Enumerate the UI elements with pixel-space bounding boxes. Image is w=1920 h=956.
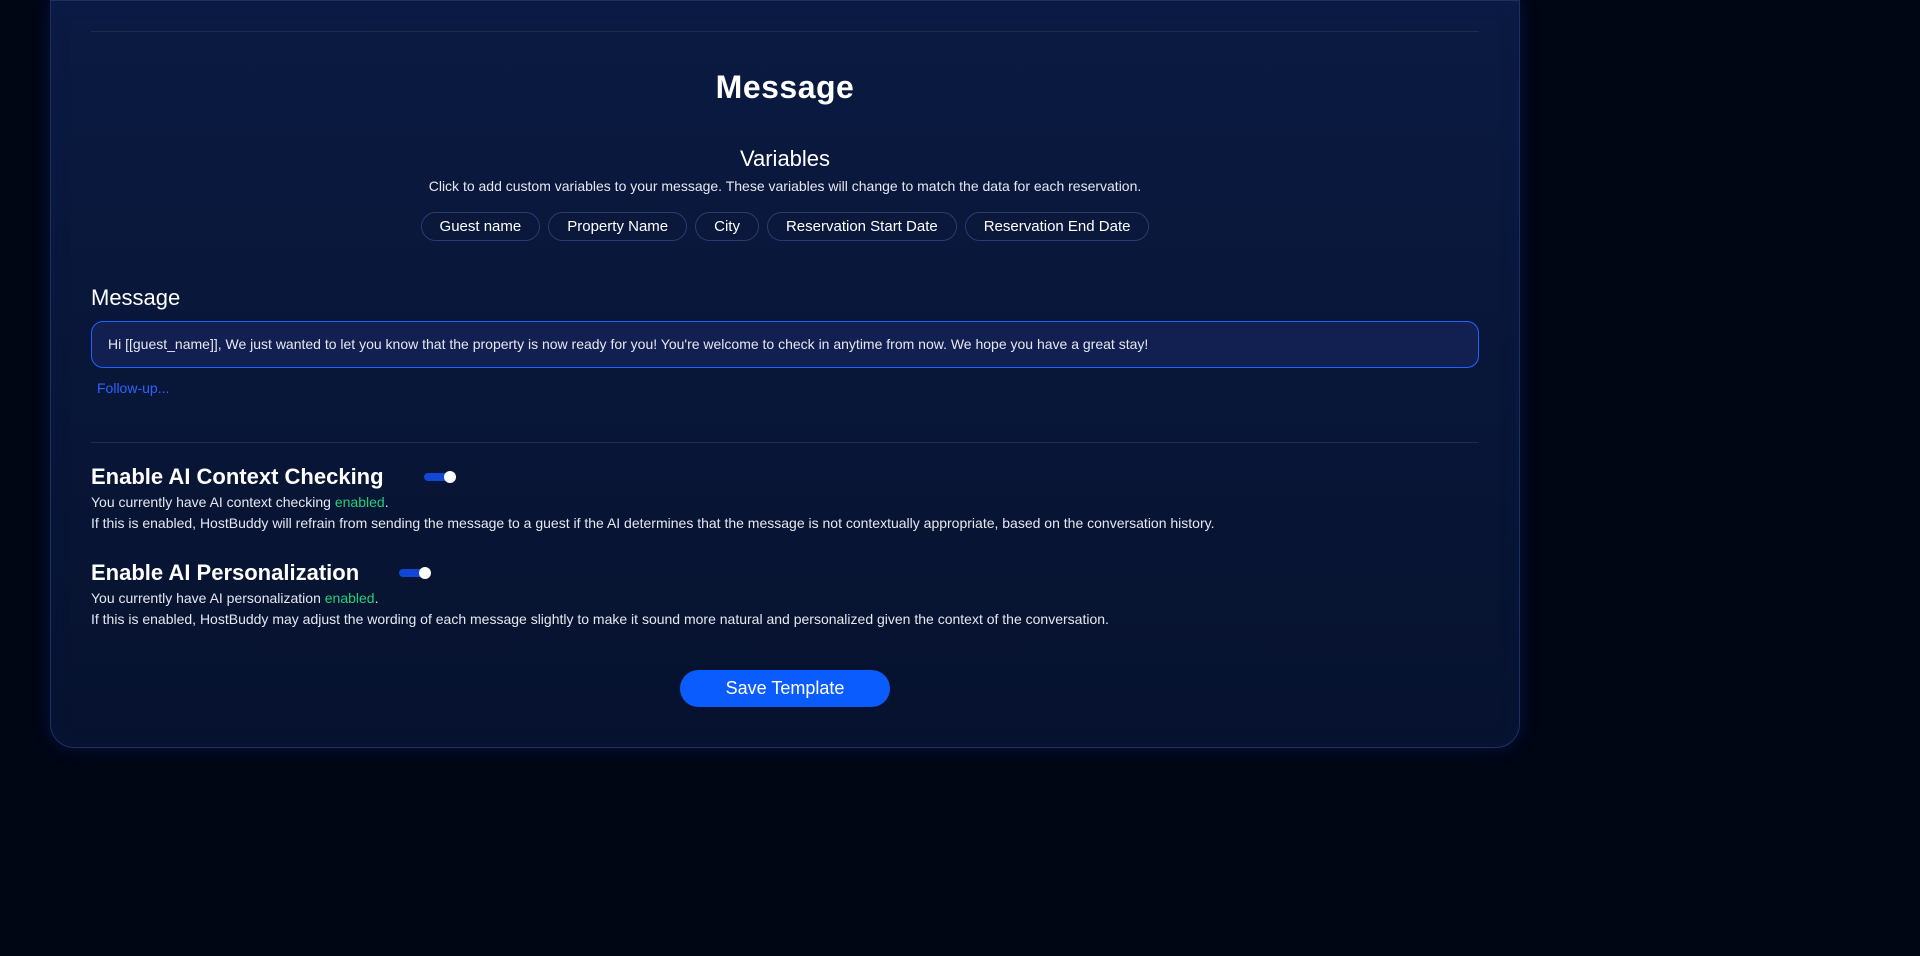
- section-title-message: Message: [91, 69, 1479, 106]
- variable-chip-property-name[interactable]: Property Name: [548, 212, 687, 241]
- variables-description: Click to add custom variables to your me…: [91, 178, 1479, 194]
- followup-link[interactable]: Follow-up...: [91, 380, 1479, 396]
- ai-personalization-description: You currently have AI personalization en…: [91, 588, 1479, 630]
- context-line1-suffix: .: [385, 494, 389, 510]
- ai-context-checking-toggle[interactable]: [424, 471, 456, 483]
- ai-context-checking-header: Enable AI Context Checking: [91, 464, 1479, 490]
- message-textarea[interactable]: [91, 321, 1479, 368]
- variable-chip-reservation-end[interactable]: Reservation End Date: [965, 212, 1150, 241]
- ai-personalization-group: Enable AI Personalization You currently …: [91, 560, 1479, 630]
- template-editor-panel: Message Variables Click to add custom va…: [50, 0, 1520, 748]
- toggle-knob: [419, 567, 431, 579]
- ai-context-checking-description: You currently have AI context checking e…: [91, 492, 1479, 534]
- variable-chip-city[interactable]: City: [695, 212, 759, 241]
- variable-chip-reservation-start[interactable]: Reservation Start Date: [767, 212, 957, 241]
- ai-personalization-header: Enable AI Personalization: [91, 560, 1479, 586]
- toggle-knob: [444, 471, 456, 483]
- save-template-button[interactable]: Save Template: [680, 670, 891, 707]
- ai-personalization-toggle[interactable]: [399, 567, 431, 579]
- variable-chips-row: Guest name Property Name City Reservatio…: [91, 212, 1479, 241]
- message-field-label: Message: [91, 285, 1479, 311]
- personalization-line2: If this is enabled, HostBuddy may adjust…: [91, 611, 1109, 627]
- personalization-line1-prefix: You currently have AI personalization: [91, 590, 325, 606]
- variables-block: Variables Click to add custom variables …: [91, 146, 1479, 241]
- variables-heading: Variables: [91, 146, 1479, 172]
- context-line1-prefix: You currently have AI context checking: [91, 494, 335, 510]
- context-line2: If this is enabled, HostBuddy will refra…: [91, 515, 1214, 531]
- context-status-word: enabled: [335, 494, 385, 510]
- personalization-status-word: enabled: [325, 590, 375, 606]
- variable-chip-guest-name[interactable]: Guest name: [421, 212, 541, 241]
- ai-context-checking-group: Enable AI Context Checking You currently…: [91, 464, 1479, 534]
- ai-context-checking-title: Enable AI Context Checking: [91, 464, 384, 490]
- ai-personalization-title: Enable AI Personalization: [91, 560, 359, 586]
- personalization-line1-suffix: .: [375, 590, 379, 606]
